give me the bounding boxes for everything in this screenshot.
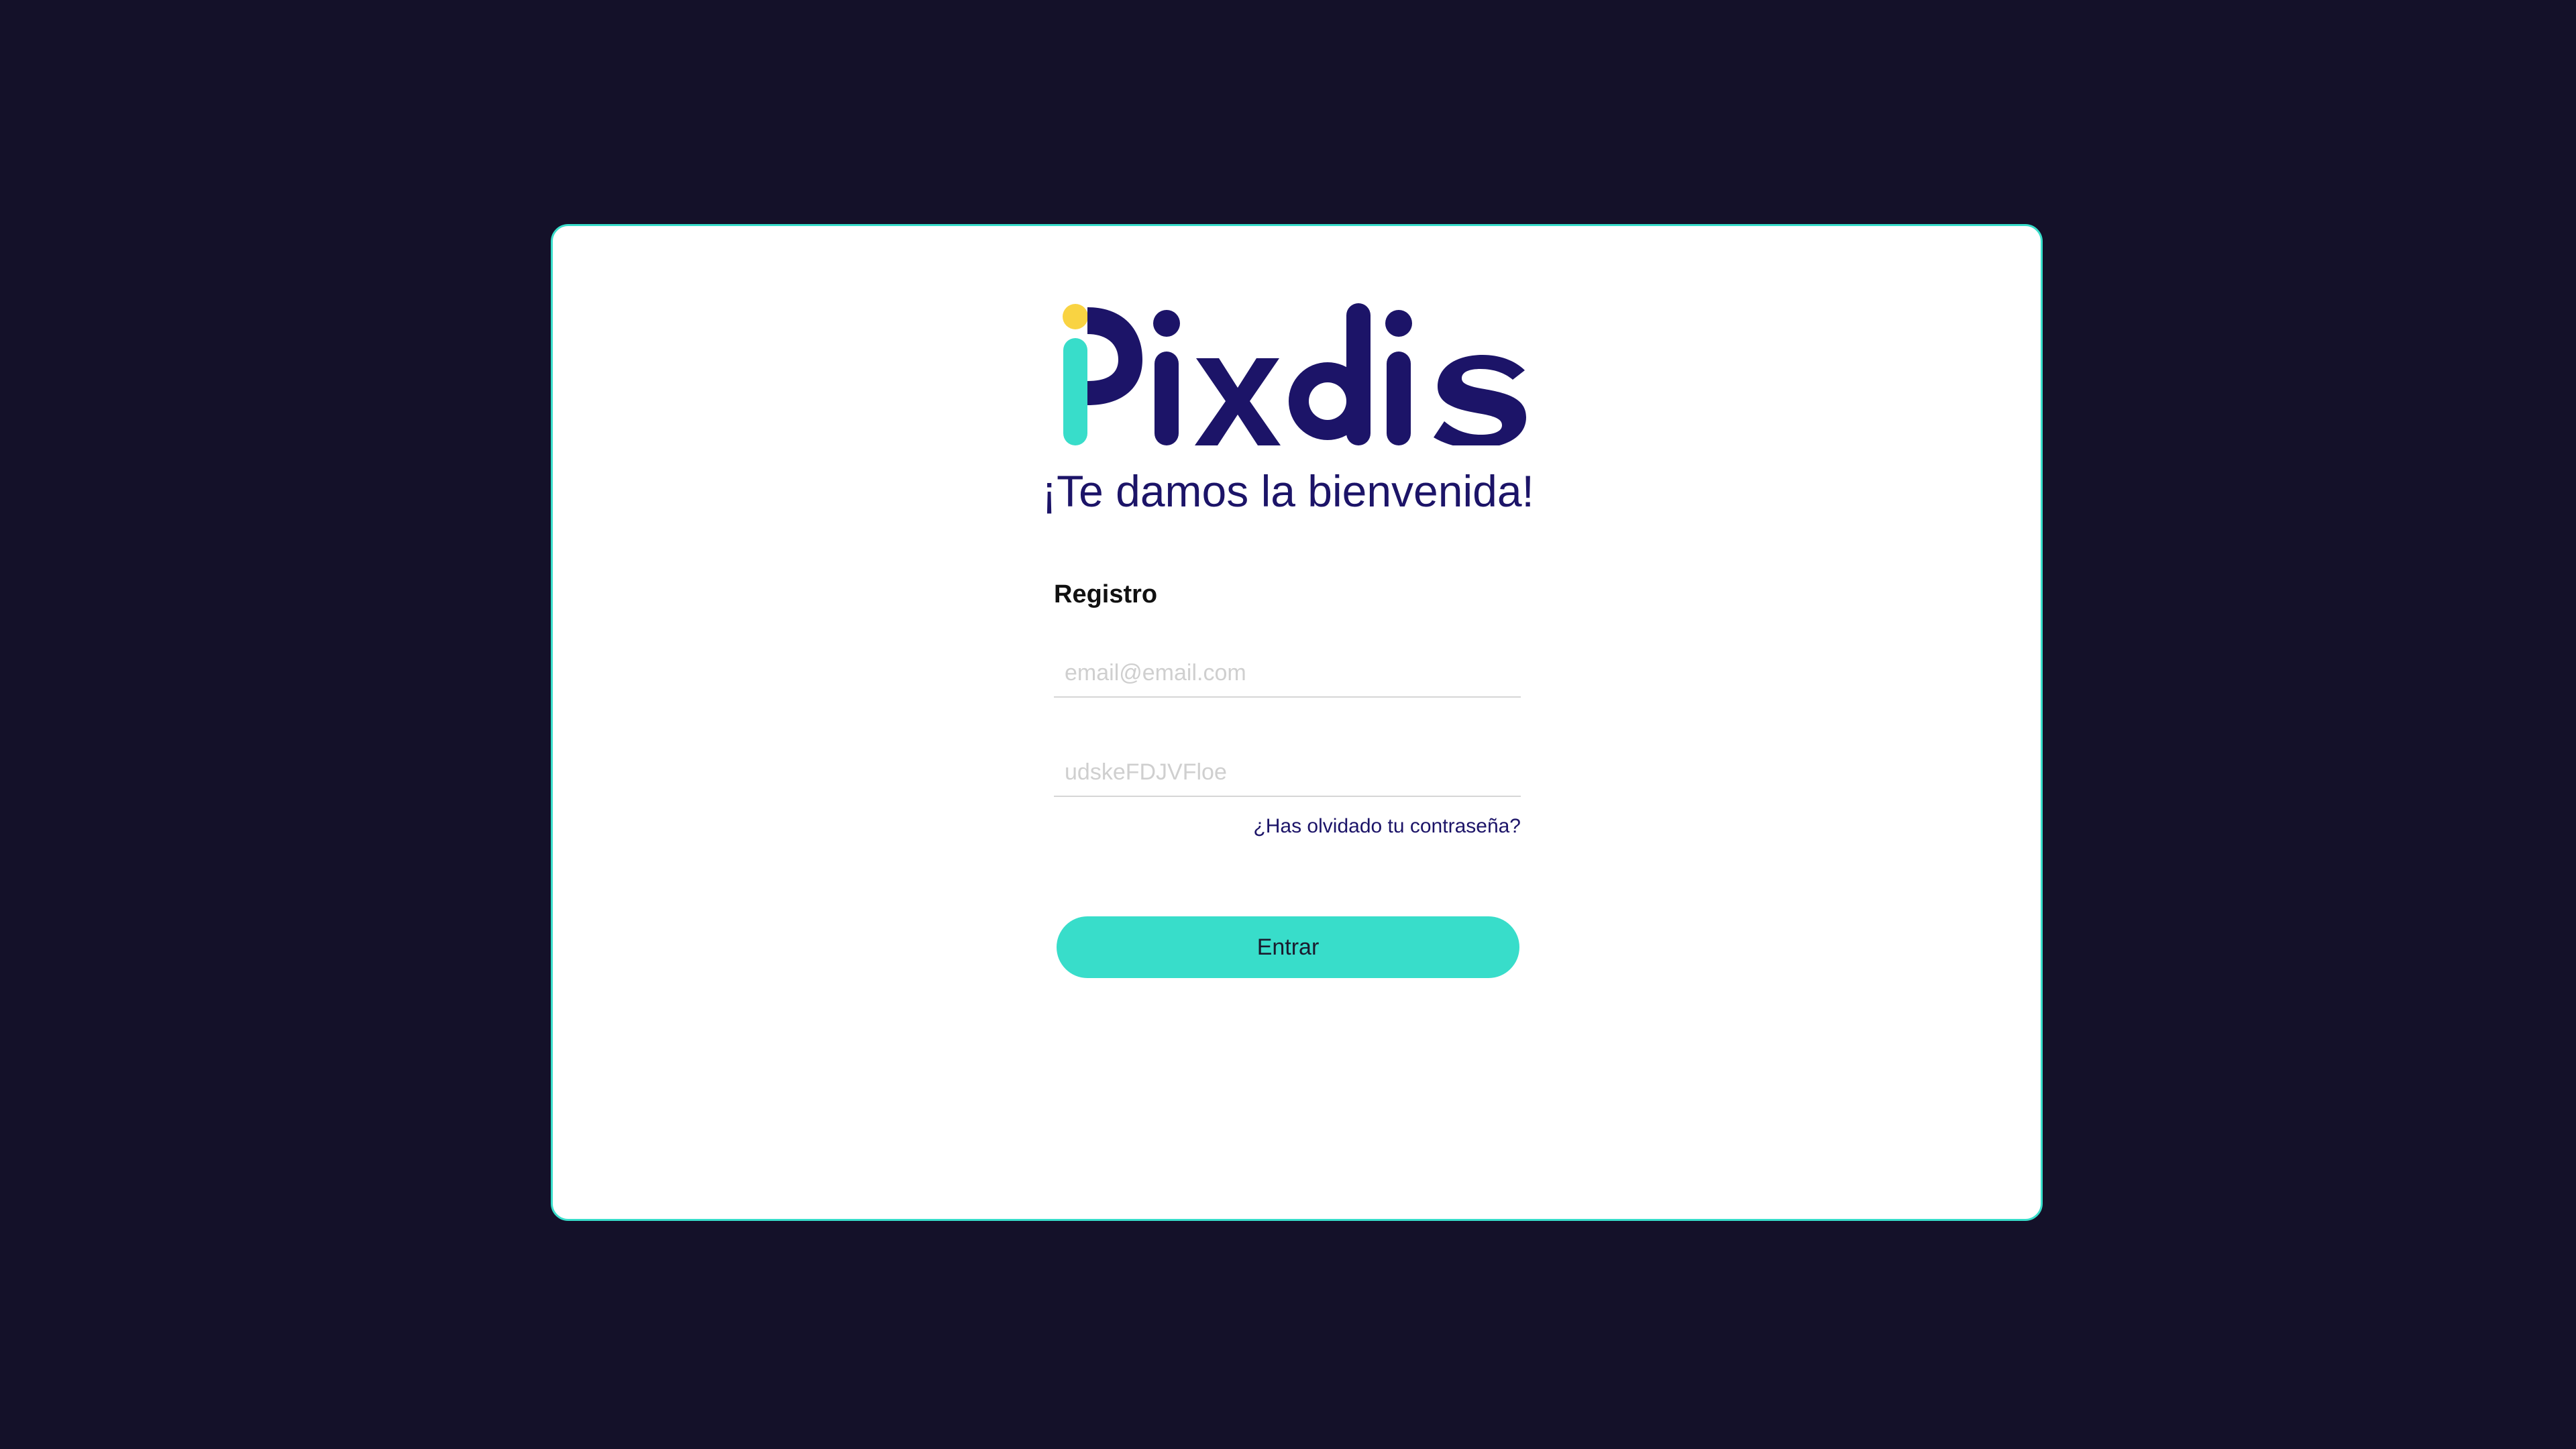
email-field[interactable] bbox=[1054, 649, 1521, 696]
login-button[interactable]: Entrar bbox=[1057, 916, 1519, 978]
password-field[interactable] bbox=[1054, 749, 1521, 796]
welcome-title: ¡Te damos la bienvenida! bbox=[1042, 466, 1534, 516]
section-title: Registro bbox=[1054, 580, 1158, 608]
email-field-wrapper bbox=[1054, 649, 1521, 698]
login-page: ¡Te damos la bienvenida! Registro ¿Has o… bbox=[0, 0, 2576, 1449]
forgot-password-link[interactable]: ¿Has olvidado tu contraseña? bbox=[1253, 813, 1521, 840]
pixdis-logo bbox=[1063, 303, 1526, 445]
password-field-wrapper bbox=[1054, 749, 1521, 797]
